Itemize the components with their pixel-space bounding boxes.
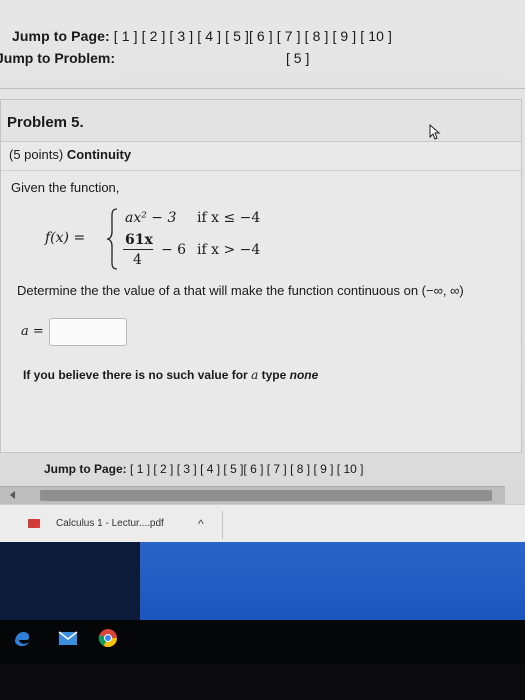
case1-condition: if x ≤ −4 xyxy=(197,210,261,226)
answer-row: a = xyxy=(17,318,157,346)
case2-numerator: 61x xyxy=(125,232,153,248)
desktop-background xyxy=(0,542,525,620)
download-file-name[interactable]: Calculus 1 - Lectur....pdf xyxy=(56,518,164,529)
given-text: Given the function, xyxy=(11,180,120,195)
points-value: (5 points) xyxy=(9,147,64,162)
desktop-dark-area xyxy=(0,542,140,620)
case2-constant: − 6 xyxy=(161,242,187,258)
scroll-thumb[interactable] xyxy=(40,490,492,501)
case1-expression: ax² − 3 xyxy=(125,210,177,226)
jump-footer: Jump to Page: [ 1 ] [ 2 ] [ 3 ] [ 4 ] [ … xyxy=(44,462,363,476)
determine-text: Determine the the value of a that will m… xyxy=(17,283,464,298)
problem-title: Problem 5. xyxy=(7,114,84,131)
function-name: f(x) = xyxy=(45,230,86,246)
taskbar-lower xyxy=(0,664,525,700)
footer-page-links[interactable]: [ 1 ] [ 2 ] [ 3 ] [ 4 ] [ 5 ][ 6 ] [ 7 ]… xyxy=(130,462,363,476)
case2-denominator: 4 xyxy=(133,252,142,268)
scroll-left-icon[interactable] xyxy=(10,491,15,499)
jump-to-page-label: Jump to Page: xyxy=(12,28,110,44)
edge-icon[interactable] xyxy=(12,628,32,648)
download-divider xyxy=(222,511,223,539)
page-links[interactable]: [ 1 ] [ 2 ] [ 3 ] [ 4 ] [ 5 ][ 6 ] [ 7 ]… xyxy=(114,28,392,44)
download-bar: Calculus 1 - Lectur....pdf ^ xyxy=(0,504,525,542)
no-value-note: If you believe there is no such value fo… xyxy=(23,368,318,382)
problem-panel: Problem 5. (5 points) Continuity Given t… xyxy=(0,99,522,453)
pdf-file-icon xyxy=(28,519,40,528)
note-mid: type xyxy=(261,368,287,382)
jump-header: Jump to Page: [ 1 ] [ 2 ] [ 3 ] [ 4 ] [ … xyxy=(0,24,525,76)
jump-to-page-row: Jump to Page: [ 1 ] [ 2 ] [ 3 ] [ 4 ] [ … xyxy=(12,28,392,44)
mail-icon[interactable] xyxy=(58,628,78,648)
mouse-pointer-icon xyxy=(429,124,441,140)
chrome-icon[interactable] xyxy=(98,628,118,648)
points-divider xyxy=(1,170,521,171)
note-prefix: If you believe there is no such value fo… xyxy=(23,368,248,382)
taskbar xyxy=(0,620,525,700)
problem-topic: Continuity xyxy=(66,147,132,162)
header-divider xyxy=(0,88,525,89)
points-line: (5 points) Continuity xyxy=(9,147,131,162)
horizontal-scrollbar[interactable] xyxy=(0,486,505,504)
answer-label: a = xyxy=(21,324,44,339)
footer-jump-label: Jump to Page: xyxy=(44,462,127,476)
jump-to-problem-label: Jump to Problem: xyxy=(0,50,116,66)
note-variable: a xyxy=(251,368,259,382)
answer-input[interactable] xyxy=(49,318,127,346)
case2-condition: if x > −4 xyxy=(197,242,261,258)
problem-link[interactable]: [ 5 ] xyxy=(286,50,309,66)
screen: Jump to Page: [ 1 ] [ 2 ] [ 3 ] [ 4 ] [ … xyxy=(0,0,525,700)
piecewise-function: f(x) = ax² − 3 if x ≤ −4 61x 4 − 6 if x … xyxy=(45,208,305,270)
left-brace-icon xyxy=(106,208,118,270)
fraction-bar xyxy=(123,249,153,250)
note-none: none xyxy=(289,368,319,382)
chevron-up-icon[interactable]: ^ xyxy=(198,517,204,531)
